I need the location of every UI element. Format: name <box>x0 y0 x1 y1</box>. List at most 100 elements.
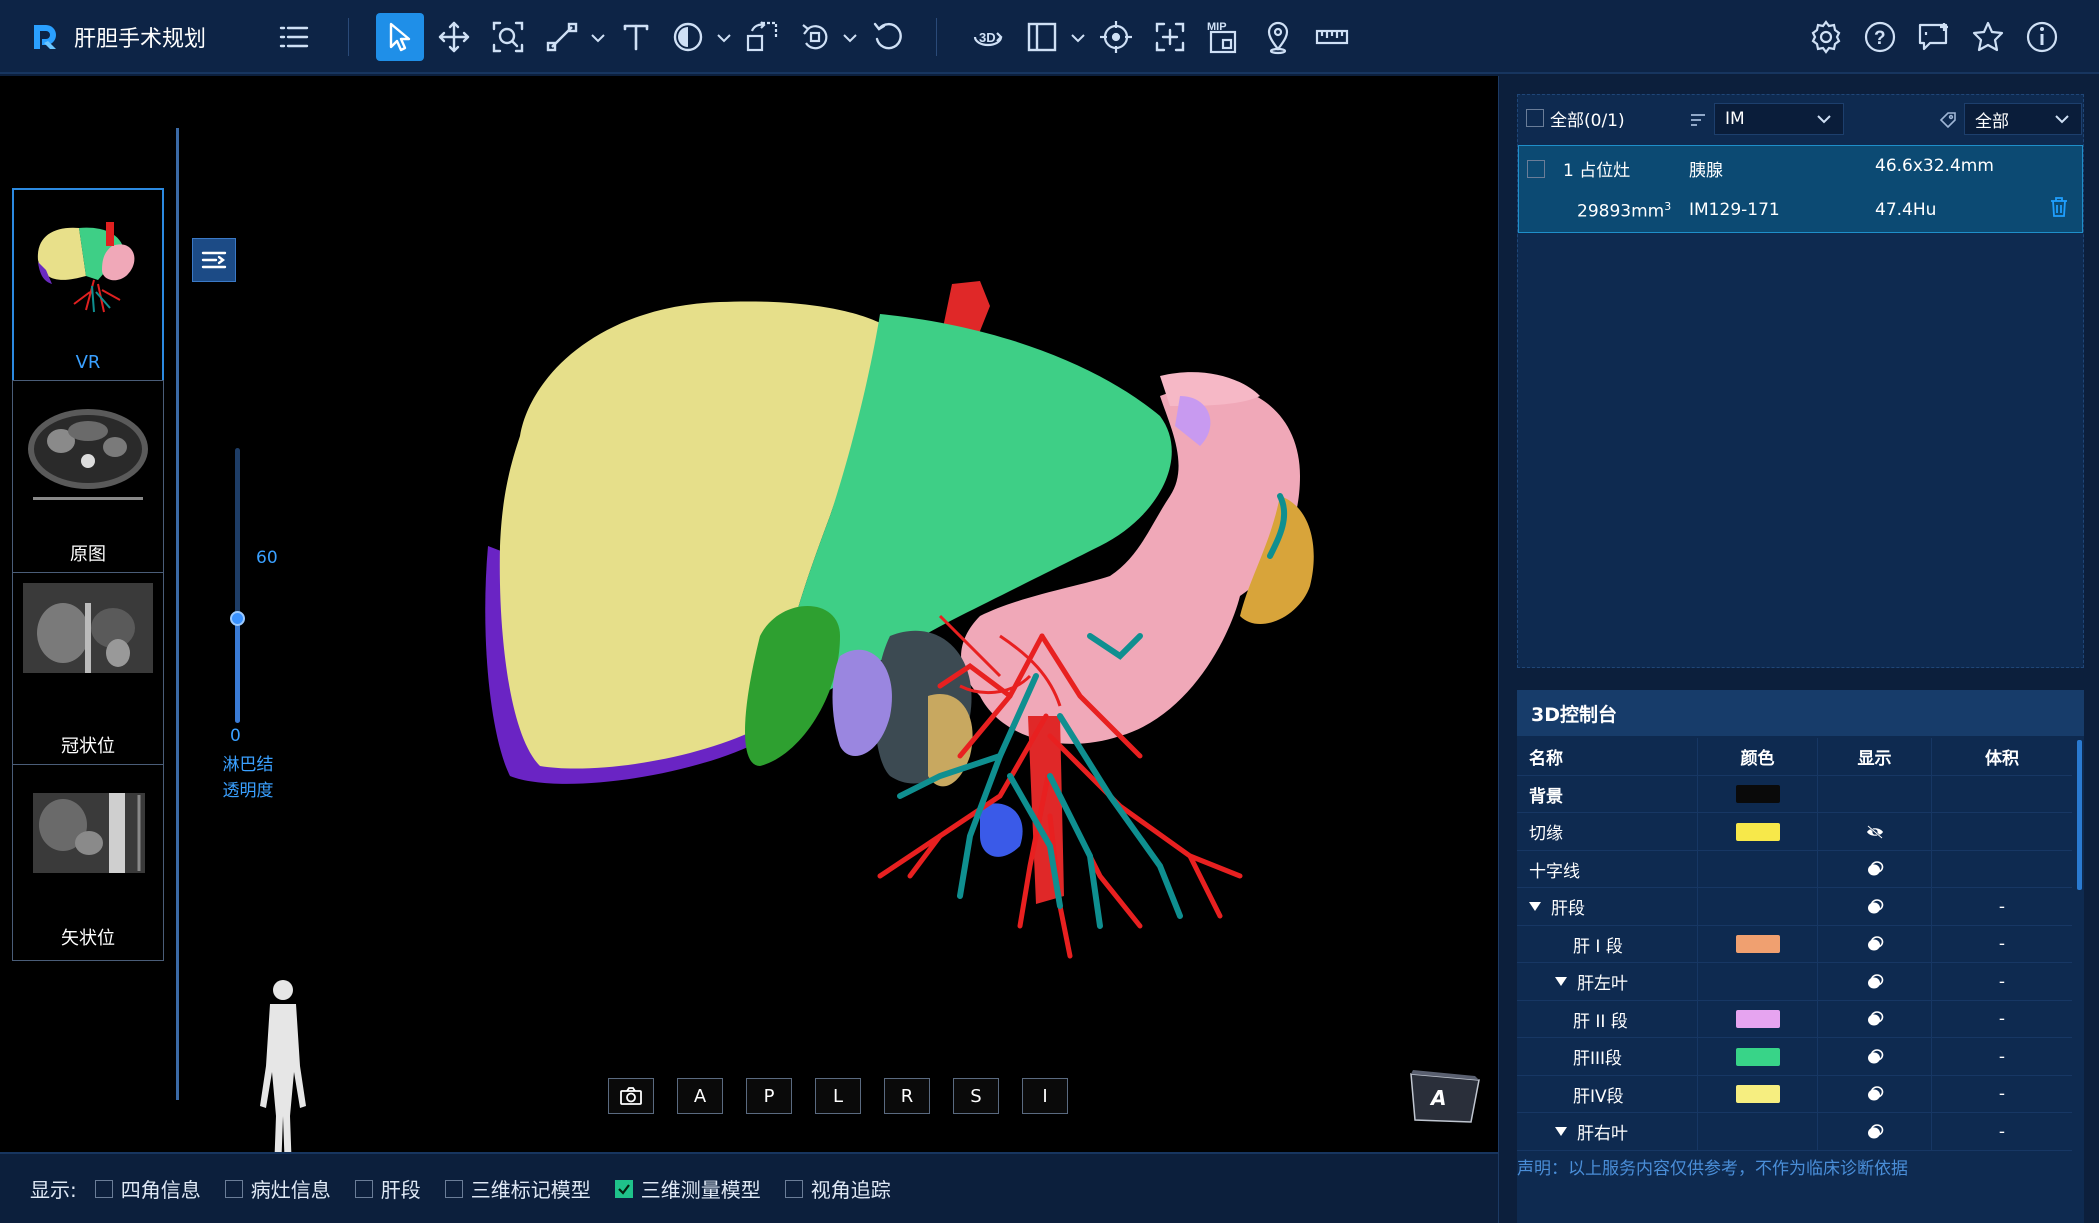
zoom-icon[interactable] <box>484 13 532 61</box>
table-row[interactable]: 肝 I 段- <box>1517 925 2072 963</box>
toggle-panel-button[interactable] <box>192 238 236 282</box>
option-3d-measure-model[interactable]: 三维测量模型 <box>614 1174 761 1203</box>
mip-icon[interactable]: MIP <box>1200 13 1248 61</box>
row-visibility[interactable] <box>1817 1075 1931 1113</box>
table-row[interactable]: 切缘 <box>1517 813 2072 851</box>
option-liver-segment[interactable]: 肝段 <box>354 1174 421 1203</box>
ruler-icon[interactable] <box>1308 13 1356 61</box>
rotate-dropdown-chevron-icon[interactable] <box>840 28 860 48</box>
view-posterior-button[interactable]: P <box>746 1078 792 1114</box>
row-color[interactable] <box>1697 775 1817 813</box>
row-visibility[interactable] <box>1817 1113 1931 1151</box>
table-row[interactable]: 肝左叶 - <box>1517 963 2072 1001</box>
settings-gear-icon[interactable] <box>1802 13 1850 61</box>
table-row[interactable]: 肝右叶 - <box>1517 1113 2072 1151</box>
checkbox[interactable] <box>224 1179 243 1198</box>
slider-handle[interactable] <box>230 610 245 626</box>
row-color[interactable] <box>1697 1075 1817 1113</box>
thumbnail-coronal[interactable]: 冠状位 <box>12 572 164 769</box>
checkbox-checked[interactable] <box>614 1179 633 1198</box>
view-left-button[interactable]: L <box>815 1078 861 1114</box>
row-color[interactable] <box>1697 1000 1817 1038</box>
row-color[interactable] <box>1697 813 1817 851</box>
3d-liver-model[interactable] <box>180 76 1498 1152</box>
crosshair-locate-icon[interactable] <box>1092 13 1140 61</box>
checkbox[interactable] <box>1526 109 1544 127</box>
row-visibility[interactable] <box>1817 813 1931 851</box>
view-superior-button[interactable]: S <box>953 1078 999 1114</box>
rotate-icon[interactable] <box>792 13 840 61</box>
view-anterior-button[interactable]: A <box>677 1078 723 1114</box>
row-color[interactable] <box>1697 850 1817 888</box>
expand-caret-icon[interactable] <box>1555 977 1567 987</box>
measure-dropdown-chevron-icon[interactable] <box>588 28 608 48</box>
lymph-opacity-slider[interactable] <box>230 448 245 723</box>
3d-rotate-icon[interactable]: 3D <box>964 13 1012 61</box>
option-3d-marker-model[interactable]: 三维标记模型 <box>444 1174 591 1203</box>
table-row[interactable]: 肝 II 段 - <box>1517 1000 2072 1038</box>
color-swatch[interactable] <box>1735 1010 1780 1029</box>
snapshot-button[interactable] <box>608 1078 654 1114</box>
table-row[interactable]: 肝III段 - <box>1517 1038 2072 1076</box>
3d-viewport[interactable]: 60 0 淋巴结 透明度 A P L R S I A <box>180 76 1498 1152</box>
reset-icon[interactable] <box>864 13 912 61</box>
table-scrollbar[interactable] <box>2077 740 2082 890</box>
panel-divider[interactable] <box>176 128 179 1100</box>
text-annotation-icon[interactable] <box>612 13 660 61</box>
flip-icon[interactable] <box>738 13 786 61</box>
help-icon[interactable]: ? <box>1856 13 1904 61</box>
row-color[interactable] <box>1697 1038 1817 1076</box>
layout-icon[interactable] <box>1018 13 1066 61</box>
option-corner-info[interactable]: 四角信息 <box>94 1174 201 1203</box>
color-swatch[interactable] <box>1735 785 1780 804</box>
row-visibility[interactable] <box>1817 888 1931 926</box>
expand-caret-icon[interactable] <box>1529 902 1541 912</box>
table-row[interactable]: 背景 <box>1517 775 2072 813</box>
row-visibility[interactable] <box>1817 850 1931 888</box>
sort-select[interactable]: IM <box>1691 103 1844 135</box>
select-pointer-icon[interactable] <box>376 13 424 61</box>
table-row[interactable]: 肝IV段 - <box>1517 1075 2072 1113</box>
row-visibility[interactable] <box>1817 1038 1931 1076</box>
checkbox[interactable] <box>784 1179 803 1198</box>
contrast-dropdown-chevron-icon[interactable] <box>714 28 734 48</box>
checkbox[interactable] <box>444 1179 463 1198</box>
thumbnail-axial[interactable]: 原图 <box>12 380 164 577</box>
checkbox[interactable] <box>354 1179 373 1198</box>
info-icon[interactable] <box>2018 13 2066 61</box>
color-swatch[interactable] <box>1735 935 1780 954</box>
expand-caret-icon[interactable] <box>1555 1127 1567 1137</box>
contrast-window-icon[interactable] <box>664 13 712 61</box>
table-row[interactable]: 十字线 <box>1517 850 2072 888</box>
select-all-lesions[interactable]: 全部(0/1) <box>1526 106 1625 131</box>
pan-move-icon[interactable] <box>430 13 478 61</box>
thumbnail-sagittal[interactable]: 矢状位 <box>12 764 164 961</box>
feedback-icon[interactable] <box>1910 13 1958 61</box>
menu-icon[interactable] <box>270 13 318 61</box>
color-swatch[interactable] <box>1735 1047 1780 1066</box>
option-lesion-info[interactable]: 病灶信息 <box>224 1174 331 1203</box>
view-inferior-button[interactable]: I <box>1022 1078 1068 1114</box>
filter-select[interactable]: 全部 <box>1939 103 2082 135</box>
add-region-icon[interactable] <box>1146 13 1194 61</box>
checkbox[interactable] <box>94 1179 113 1198</box>
option-view-tracking[interactable]: 视角追踪 <box>784 1174 891 1203</box>
thumbnail-vr[interactable]: VR <box>12 188 164 385</box>
row-visibility[interactable] <box>1817 1000 1931 1038</box>
measure-line-icon[interactable] <box>538 13 586 61</box>
color-swatch[interactable] <box>1735 1085 1780 1104</box>
row-color[interactable] <box>1697 963 1817 1001</box>
view-right-button[interactable]: R <box>884 1078 930 1114</box>
row-color[interactable] <box>1697 1113 1817 1151</box>
location-pin-icon[interactable] <box>1254 13 1302 61</box>
row-color[interactable] <box>1697 888 1817 926</box>
row-visibility[interactable] <box>1817 775 1931 813</box>
row-visibility[interactable] <box>1817 925 1931 963</box>
table-row[interactable]: 肝段 - <box>1517 888 2072 926</box>
row-visibility[interactable] <box>1817 963 1931 1001</box>
checkbox[interactable] <box>1527 160 1545 178</box>
color-swatch[interactable] <box>1735 822 1780 841</box>
lesion-row[interactable]: 1 占位灶 胰腺 46.6x32.4mm 29893mm3 IM129-171 … <box>1518 145 2083 233</box>
row-color[interactable] <box>1697 925 1817 963</box>
favorite-star-icon[interactable] <box>1964 13 2012 61</box>
